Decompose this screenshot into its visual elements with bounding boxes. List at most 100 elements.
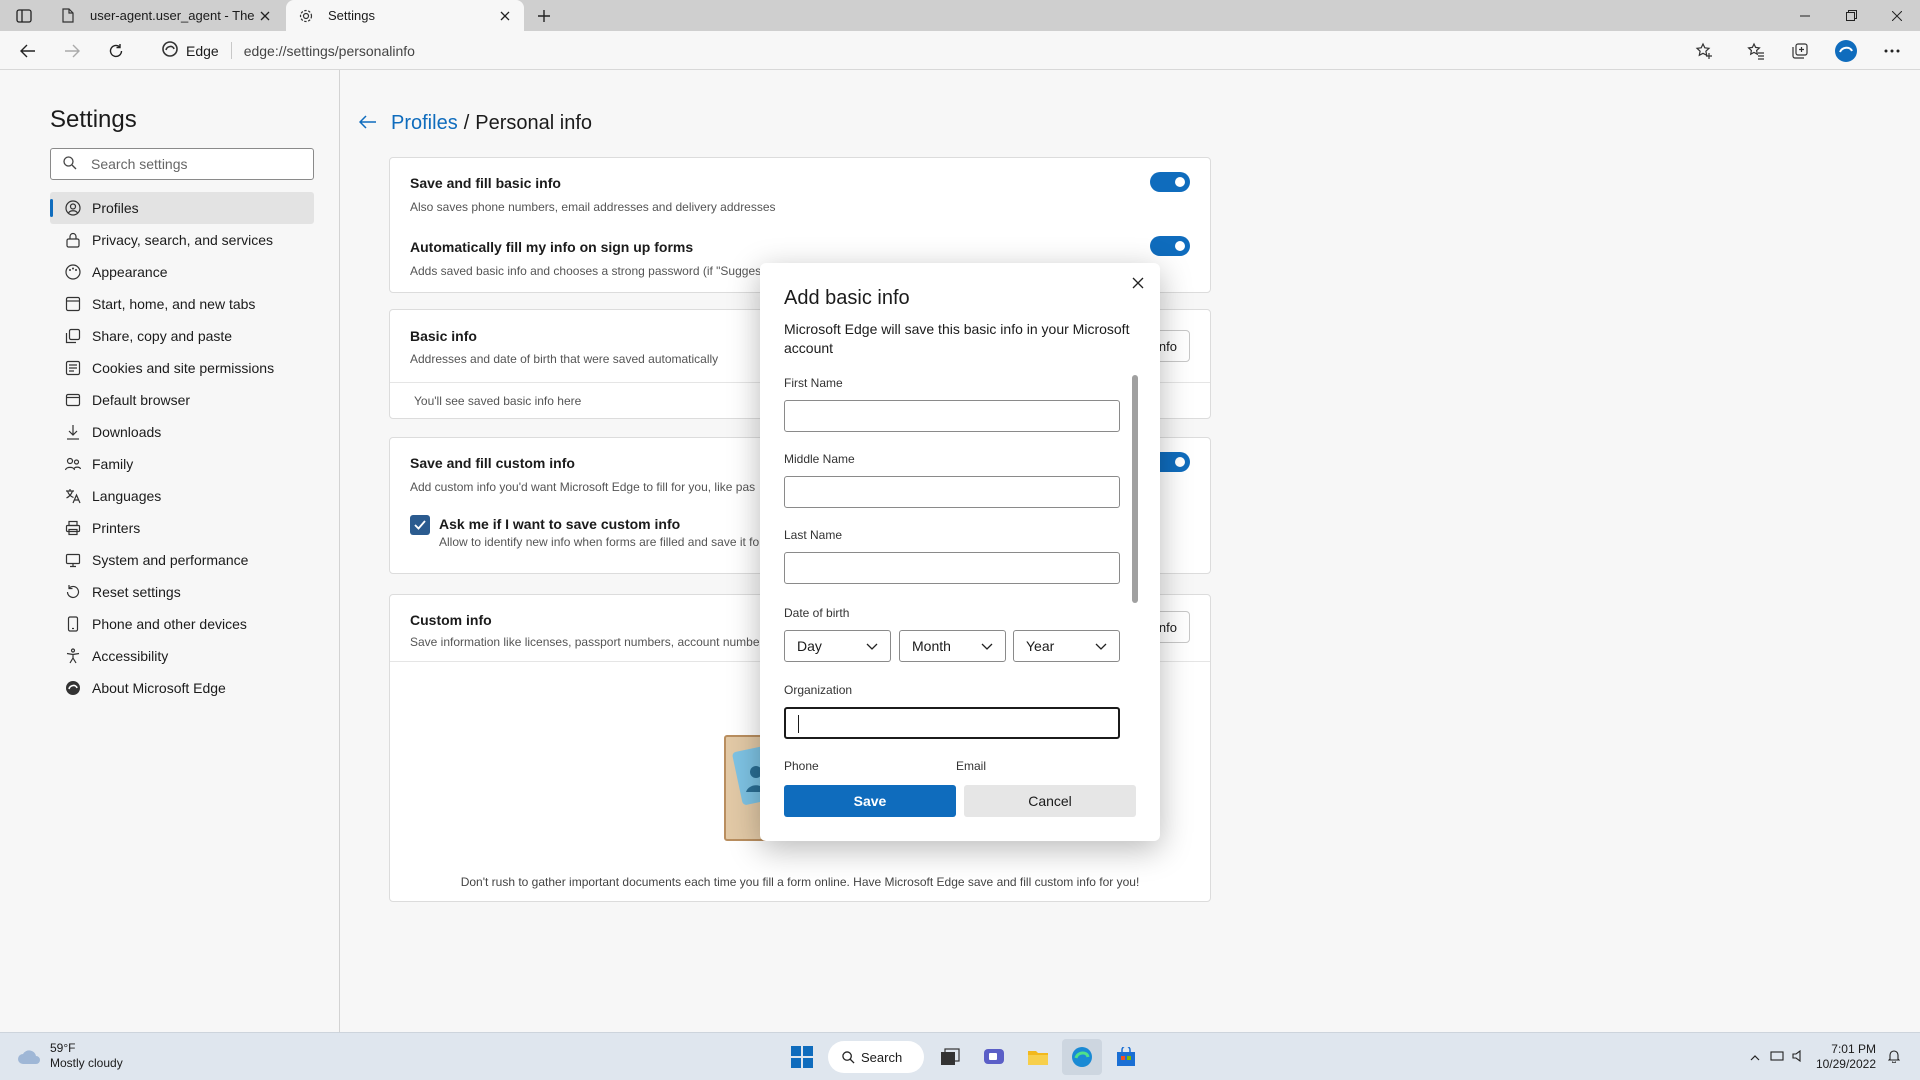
first-name-field[interactable] bbox=[784, 400, 1120, 432]
save-fill-desc: Also saves phone numbers, email addresse… bbox=[410, 200, 776, 214]
tab-strip: user-agent.user_agent - The Coll Setting… bbox=[0, 0, 1920, 31]
refresh-icon[interactable] bbox=[102, 37, 130, 65]
collections-icon[interactable] bbox=[1786, 37, 1814, 65]
search-placeholder: Search settings bbox=[91, 156, 188, 172]
start-icon[interactable] bbox=[782, 1039, 822, 1075]
chat-icon[interactable] bbox=[974, 1039, 1014, 1075]
sidebar-item-label: Start, home, and new tabs bbox=[92, 296, 256, 312]
new-tab-icon[interactable] bbox=[532, 4, 556, 28]
search-settings-input[interactable]: Search settings bbox=[50, 148, 314, 180]
add-favorite-icon[interactable] bbox=[1690, 37, 1718, 65]
site-label: Edge bbox=[186, 42, 219, 59]
sidebar-item-start-home[interactable]: Start, home, and new tabs bbox=[50, 288, 314, 320]
sidebar-item-languages[interactable]: Languages bbox=[50, 480, 314, 512]
minimize-icon[interactable] bbox=[1782, 0, 1828, 31]
custom-info-desc: Save information like licenses, passport… bbox=[410, 635, 764, 649]
custom-fill-title: Save and fill custom info bbox=[410, 455, 575, 471]
volume-icon[interactable] bbox=[1792, 1049, 1806, 1065]
breadcrumb-separator: / bbox=[463, 112, 470, 134]
weather-desc: Mostly cloudy bbox=[50, 1056, 123, 1070]
breadcrumb-profiles-link[interactable]: Profiles bbox=[391, 112, 458, 135]
address-bar[interactable]: Edge edge://settings/personalinfo bbox=[148, 35, 1706, 66]
sidebar-item-about[interactable]: About Microsoft Edge bbox=[50, 672, 314, 704]
store-icon[interactable] bbox=[1106, 1039, 1146, 1075]
notification-bell-icon[interactable] bbox=[1887, 1049, 1901, 1066]
site-identity[interactable]: Edge bbox=[148, 41, 232, 60]
appearance-icon bbox=[64, 263, 82, 281]
edge-logo-icon bbox=[64, 679, 82, 697]
sidebar-item-label: Printers bbox=[92, 520, 141, 536]
file-explorer-icon[interactable] bbox=[1018, 1039, 1058, 1075]
close-window-icon[interactable] bbox=[1874, 0, 1920, 31]
save-fill-toggle[interactable] bbox=[1150, 172, 1190, 192]
close-tab-icon[interactable] bbox=[256, 7, 274, 25]
back-icon[interactable] bbox=[14, 37, 42, 65]
network-icon[interactable] bbox=[1770, 1050, 1784, 1065]
tab-actions-icon[interactable] bbox=[12, 6, 36, 26]
reset-icon bbox=[64, 583, 82, 601]
sidebar-item-profiles[interactable]: Profiles bbox=[50, 192, 314, 224]
middle-name-label: Middle Name bbox=[784, 452, 855, 466]
edge-logo-icon bbox=[162, 41, 178, 60]
sidebar-item-privacy[interactable]: Privacy, search, and services bbox=[50, 224, 314, 256]
sidebar-item-share-copy[interactable]: Share, copy and paste bbox=[50, 320, 314, 352]
email-label: Email bbox=[956, 759, 987, 773]
ask-me-checkbox[interactable] bbox=[410, 515, 430, 535]
sidebar-item-accessibility[interactable]: Accessibility bbox=[50, 640, 314, 672]
cancel-button[interactable]: Cancel bbox=[964, 785, 1136, 817]
back-arrow-icon[interactable] bbox=[358, 112, 377, 135]
chevron-up-icon[interactable] bbox=[1750, 1050, 1760, 1064]
phone-label: Phone bbox=[784, 759, 819, 773]
dialog-subtitle: Microsoft Edge will save this basic info… bbox=[784, 321, 1130, 356]
last-name-field[interactable] bbox=[784, 552, 1120, 584]
sidebar-item-reset[interactable]: Reset settings bbox=[50, 576, 314, 608]
edge-taskbar-icon[interactable] bbox=[1062, 1039, 1102, 1075]
sidebar-item-printers[interactable]: Printers bbox=[50, 512, 314, 544]
browser-toolbar: Edge edge://settings/personalinfo bbox=[0, 31, 1920, 70]
url-text[interactable]: edge://settings/personalinfo bbox=[232, 43, 415, 59]
restore-icon[interactable] bbox=[1828, 0, 1874, 31]
tab-settings[interactable]: Settings bbox=[286, 0, 524, 31]
auto-fill-toggle[interactable] bbox=[1150, 236, 1190, 256]
taskbar-search-button[interactable]: Search bbox=[828, 1041, 924, 1073]
phone-icon bbox=[64, 615, 82, 633]
dialog-scrollbar[interactable] bbox=[1132, 375, 1138, 603]
dob-month-select[interactable]: Month bbox=[899, 630, 1006, 662]
sidebar-item-phone[interactable]: Phone and other devices bbox=[50, 608, 314, 640]
home-icon bbox=[64, 295, 82, 313]
sidebar-item-downloads[interactable]: Downloads bbox=[50, 416, 314, 448]
taskbar-search-label: Search bbox=[861, 1049, 903, 1065]
sidebar-item-label: Profiles bbox=[92, 200, 139, 216]
weather-widget[interactable]: 59°F Mostly cloudy bbox=[16, 1041, 123, 1071]
profile-avatar-icon[interactable] bbox=[1832, 37, 1860, 65]
organization-field[interactable] bbox=[784, 707, 1120, 739]
sidebar-item-label: About Microsoft Edge bbox=[92, 680, 226, 696]
sidebar-item-default-browser[interactable]: Default browser bbox=[50, 384, 314, 416]
basic-info-desc: Addresses and date of birth that were sa… bbox=[410, 352, 719, 366]
save-button[interactable]: Save bbox=[784, 785, 956, 817]
text-caret bbox=[798, 715, 799, 733]
page-icon bbox=[60, 8, 76, 24]
sidebar-item-system[interactable]: System and performance bbox=[50, 544, 314, 576]
forward-icon[interactable] bbox=[58, 37, 86, 65]
sidebar-item-cookies[interactable]: Cookies and site permissions bbox=[50, 352, 314, 384]
close-dialog-icon[interactable] bbox=[1126, 271, 1150, 295]
more-options-icon[interactable] bbox=[1878, 37, 1906, 65]
sidebar-item-appearance[interactable]: Appearance bbox=[50, 256, 314, 288]
task-view-icon[interactable] bbox=[930, 1039, 970, 1075]
dob-year-select[interactable]: Year bbox=[1013, 630, 1120, 662]
basic-info-empty: You'll see saved basic info here bbox=[414, 394, 582, 408]
language-icon bbox=[64, 487, 82, 505]
auto-fill-title: Automatically fill my info on sign up fo… bbox=[410, 239, 694, 255]
custom-info-footer: Don't rush to gather important documents… bbox=[460, 875, 1140, 889]
middle-name-field[interactable] bbox=[784, 476, 1120, 508]
day-value: Day bbox=[797, 638, 822, 654]
sidebar-item-family[interactable]: Family bbox=[50, 448, 314, 480]
clock[interactable]: 7:01 PM 10/29/2022 bbox=[1816, 1042, 1876, 1072]
favorites-icon[interactable] bbox=[1742, 37, 1770, 65]
chevron-down-icon bbox=[981, 643, 993, 650]
dob-day-select[interactable]: Day bbox=[784, 630, 891, 662]
close-tab-icon[interactable] bbox=[496, 7, 514, 25]
tab-user-agent[interactable]: user-agent.user_agent - The Coll bbox=[48, 0, 284, 31]
accessibility-icon bbox=[64, 647, 82, 665]
